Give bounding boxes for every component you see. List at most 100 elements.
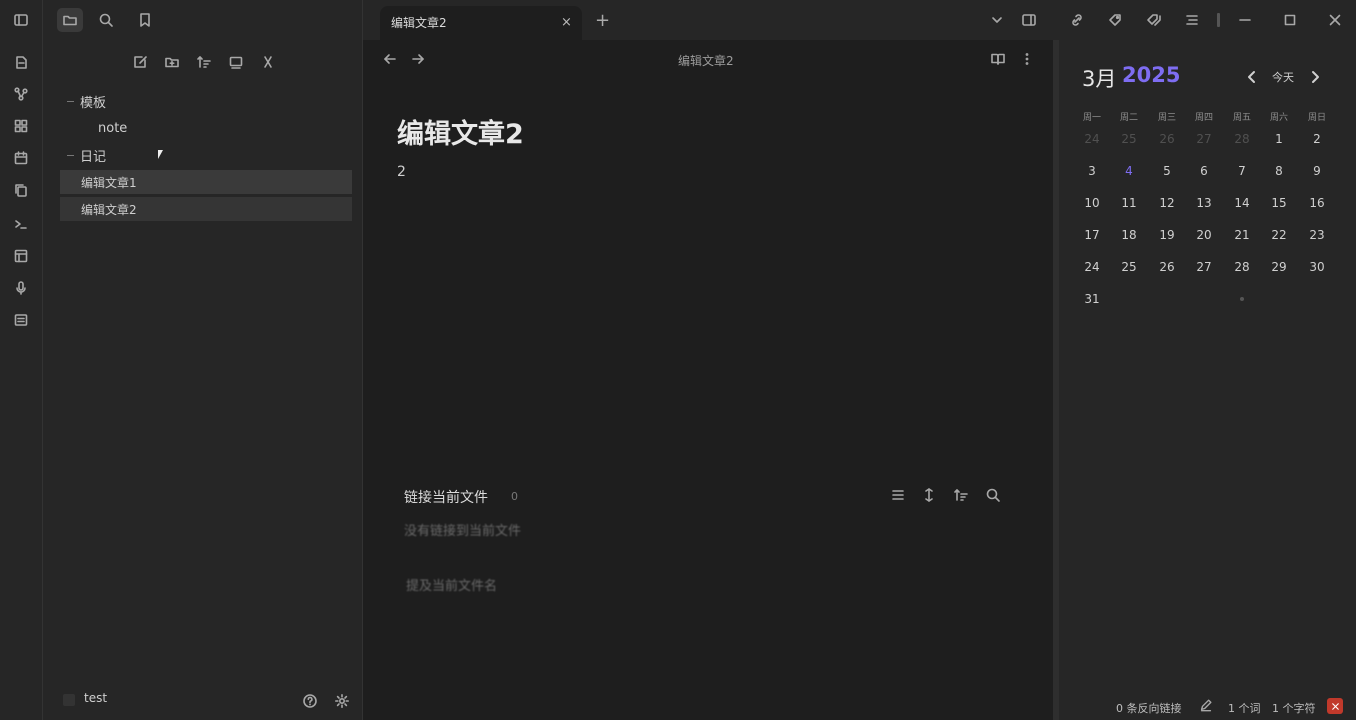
calendar-day[interactable]: 12 xyxy=(1149,196,1185,210)
reading-view-icon[interactable] xyxy=(986,47,1010,71)
calendar-day[interactable]: 16 xyxy=(1299,196,1335,210)
tab-close-icon[interactable]: × xyxy=(561,15,572,30)
calendar-day[interactable]: 24 xyxy=(1074,132,1110,146)
calendar-day[interactable]: 28 xyxy=(1224,260,1260,274)
chevron-right-icon[interactable] xyxy=(1303,65,1327,89)
calendar-day[interactable]: 24 xyxy=(1074,260,1110,274)
calendar-day[interactable]: 14 xyxy=(1224,196,1260,210)
collapse-results-icon[interactable] xyxy=(886,483,910,507)
calendar-day[interactable]: 20 xyxy=(1186,228,1222,242)
calendar-day[interactable]: 25 xyxy=(1111,132,1147,146)
search-icon[interactable] xyxy=(94,8,118,32)
forward-arrow-icon[interactable] xyxy=(406,47,430,71)
calendar-day[interactable]: 21 xyxy=(1224,228,1260,242)
back-arrow-icon[interactable] xyxy=(378,47,402,71)
sort-icon[interactable] xyxy=(192,50,216,74)
breadcrumb[interactable]: 编辑文章2 xyxy=(678,52,734,69)
tree-file[interactable]: note xyxy=(98,116,127,140)
calendar-day[interactable]: 4 xyxy=(1111,164,1147,178)
calendar-day[interactable]: 27 xyxy=(1186,260,1222,274)
link-icon[interactable] xyxy=(1065,8,1089,32)
calendar-weekday: 周二 xyxy=(1119,113,1138,123)
files-icon[interactable] xyxy=(9,50,33,74)
calendar-day[interactable]: 3 xyxy=(1074,164,1110,178)
tree-file-active[interactable]: 编辑文章2 xyxy=(60,197,352,221)
more-options-icon[interactable] xyxy=(1015,47,1039,71)
note-body[interactable]: 2 xyxy=(397,164,406,180)
calendar-day[interactable]: 2 xyxy=(1299,132,1335,146)
expand-context-icon[interactable] xyxy=(917,483,941,507)
note-title[interactable]: 编辑文章2 xyxy=(397,112,524,151)
today-button[interactable]: 今天 xyxy=(1272,69,1294,85)
grid-icon[interactable] xyxy=(9,114,33,138)
tree-folder[interactable]: 日记 xyxy=(80,143,106,167)
outline-icon[interactable] xyxy=(1180,8,1204,32)
minimize-icon[interactable] xyxy=(1233,8,1257,32)
help-icon[interactable] xyxy=(298,689,322,713)
calendar-day[interactable]: 31 xyxy=(1074,292,1110,306)
calendar-weekday: 周三 xyxy=(1157,113,1176,123)
bookmark-icon[interactable] xyxy=(133,8,157,32)
calendar-day[interactable]: 26 xyxy=(1149,260,1185,274)
calendar-day[interactable]: 10 xyxy=(1074,196,1110,210)
sidebar-toggle-icon[interactable] xyxy=(9,8,33,32)
calendar-day[interactable]: 8 xyxy=(1261,164,1297,178)
backlinks-empty-text: 没有链接到当前文件 xyxy=(404,524,522,539)
graph-icon[interactable] xyxy=(9,82,33,106)
search-icon[interactable] xyxy=(981,483,1005,507)
settings-icon[interactable] xyxy=(330,689,354,713)
calendar-day[interactable]: 1 xyxy=(1261,132,1297,146)
list-icon[interactable] xyxy=(9,308,33,332)
calendar-day[interactable]: 25 xyxy=(1111,260,1147,274)
close-window-icon[interactable] xyxy=(1323,8,1347,32)
sync-status-icon[interactable] xyxy=(1327,698,1343,714)
mouse-cursor xyxy=(158,150,163,159)
tree-folder[interactable]: 模板 xyxy=(80,89,106,113)
calendar-day[interactable]: 28 xyxy=(1224,132,1260,146)
calendar-day[interactable]: 15 xyxy=(1261,196,1297,210)
calendar-icon[interactable] xyxy=(9,146,33,170)
copy-icon[interactable] xyxy=(9,178,33,202)
unlinked-mentions-heading[interactable]: 提及当前文件名 xyxy=(406,575,497,594)
layout-icon[interactable] xyxy=(9,244,33,268)
vault-switcher-icon[interactable] xyxy=(63,694,75,706)
calendar-day[interactable]: 27 xyxy=(1186,132,1222,146)
microphone-icon[interactable] xyxy=(9,276,33,300)
calendar-day[interactable]: 30 xyxy=(1299,260,1335,274)
calendar-day[interactable]: 13 xyxy=(1186,196,1222,210)
new-tab-icon[interactable]: + xyxy=(595,10,610,31)
calendar-day[interactable]: 22 xyxy=(1261,228,1297,242)
new-folder-icon[interactable] xyxy=(160,50,184,74)
calendar-day[interactable]: 9 xyxy=(1299,164,1335,178)
collapse-caret-icon[interactable] xyxy=(67,101,74,102)
vault-name[interactable]: test xyxy=(84,691,107,705)
calendar-year: 2025 xyxy=(1122,63,1181,87)
chevron-down-icon[interactable] xyxy=(985,8,1009,32)
calendar-day[interactable]: 7 xyxy=(1224,164,1260,178)
calendar-day[interactable]: 6 xyxy=(1186,164,1222,178)
calendar-day[interactable]: 29 xyxy=(1261,260,1297,274)
calendar-day[interactable]: 26 xyxy=(1149,132,1185,146)
terminal-icon[interactable] xyxy=(9,212,33,236)
new-note-icon[interactable] xyxy=(128,50,152,74)
chevron-left-icon[interactable] xyxy=(1240,65,1264,89)
tree-file-selected[interactable]: 编辑文章1 xyxy=(60,170,352,194)
calendar-day[interactable]: 17 xyxy=(1074,228,1110,242)
calendar-day[interactable]: 18 xyxy=(1111,228,1147,242)
drag-handle[interactable] xyxy=(1217,13,1220,27)
collapse-caret-icon[interactable] xyxy=(67,155,74,156)
tag-link-icon[interactable] xyxy=(1103,8,1127,32)
calendar-day[interactable]: 23 xyxy=(1299,228,1335,242)
right-sidebar-toggle-icon[interactable] xyxy=(1017,8,1041,32)
folder-icon[interactable] xyxy=(57,8,83,32)
calendar-day[interactable]: 19 xyxy=(1149,228,1185,242)
maximize-icon[interactable] xyxy=(1278,8,1302,32)
collapse-icon[interactable] xyxy=(224,50,248,74)
calendar-day[interactable]: 5 xyxy=(1149,164,1185,178)
tags-icon[interactable] xyxy=(1142,8,1166,32)
close-icon[interactable] xyxy=(256,50,280,74)
sort-icon[interactable] xyxy=(949,483,973,507)
calendar-day[interactable]: 11 xyxy=(1111,196,1147,210)
pane-resize-handle[interactable] xyxy=(1053,40,1059,720)
edit-mode-icon[interactable] xyxy=(1196,695,1216,715)
